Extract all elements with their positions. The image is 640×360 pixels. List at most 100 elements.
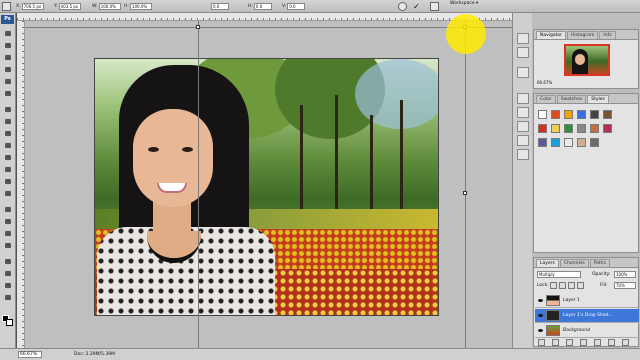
tab-color[interactable]: Color: [536, 95, 556, 103]
crop-tool-icon[interactable]: [3, 77, 13, 86]
actions-panel-icon[interactable]: [517, 47, 529, 58]
transform-handle[interactable]: [196, 25, 200, 29]
trash-icon[interactable]: [622, 339, 629, 346]
blend-mode-select[interactable]: Multiply: [537, 271, 581, 278]
history-panel-icon[interactable]: [517, 33, 529, 44]
layer-row[interactable]: Background: [535, 324, 639, 338]
eraser-tool-icon[interactable]: [3, 153, 13, 162]
zoom-tool-icon[interactable]: [3, 293, 13, 302]
move-tool-icon[interactable]: [3, 29, 13, 38]
new-group-icon[interactable]: [594, 339, 601, 346]
link-layers-icon[interactable]: [538, 339, 545, 346]
marquee-tool-icon[interactable]: [3, 41, 13, 50]
style-swatch[interactable]: [577, 138, 586, 147]
x-field[interactable]: 706.5 px: [21, 3, 44, 10]
lock-position-icon[interactable]: [568, 282, 575, 289]
tab-layers[interactable]: Layers: [536, 259, 559, 267]
lasso-tool-icon[interactable]: [3, 53, 13, 62]
gradient-tool-icon[interactable]: [3, 165, 13, 174]
visibility-eye-icon[interactable]: [537, 327, 544, 334]
tab-histogram[interactable]: Histogram: [567, 31, 599, 39]
style-swatch[interactable]: [538, 124, 547, 133]
v-skew-field[interactable]: 0.0: [287, 3, 306, 10]
character-panel-icon[interactable]: [517, 135, 529, 146]
tab-info[interactable]: Info: [599, 31, 616, 39]
clone-source-panel-icon[interactable]: [517, 121, 529, 132]
layer-row[interactable]: Layer 1's Drop Shad...: [535, 309, 639, 323]
navigator-zoom[interactable]: 66.67%: [537, 80, 552, 85]
visibility-eye-icon[interactable]: [537, 297, 544, 304]
style-swatch[interactable]: [603, 124, 612, 133]
tab-navigator[interactable]: Navigator: [536, 31, 567, 39]
add-mask-icon[interactable]: [566, 339, 573, 346]
lock-all-icon[interactable]: [577, 282, 584, 289]
move-tool-preset-icon[interactable]: [2, 2, 11, 11]
visibility-eye-icon[interactable]: [537, 312, 544, 319]
canvas-image[interactable]: [94, 58, 439, 316]
style-swatch[interactable]: [603, 110, 612, 119]
brush-tool-icon[interactable]: [3, 117, 13, 126]
style-swatch[interactable]: [564, 138, 573, 147]
tab-styles[interactable]: Styles: [587, 95, 609, 103]
style-swatch[interactable]: [551, 124, 560, 133]
style-swatch[interactable]: [564, 124, 573, 133]
style-swatch[interactable]: [538, 110, 547, 119]
style-swatch[interactable]: [590, 124, 599, 133]
guide-horizontal[interactable]: [25, 27, 512, 28]
pen-tool-icon[interactable]: [3, 205, 13, 214]
style-swatch[interactable]: [577, 110, 586, 119]
width-field[interactable]: 100.0%: [98, 3, 121, 10]
masks-panel-icon[interactable]: [517, 93, 529, 104]
layer-style-icon[interactable]: [552, 339, 559, 346]
y-field[interactable]: 403.5 px: [58, 3, 81, 10]
layer-row[interactable]: Layer 1: [535, 294, 639, 308]
commit-transform-icon[interactable]: ✓: [412, 2, 421, 11]
guide-vertical[interactable]: [198, 21, 199, 348]
style-swatch[interactable]: [564, 110, 573, 119]
dodge-tool-icon[interactable]: [3, 189, 13, 198]
type-tool-icon[interactable]: [3, 217, 13, 226]
brushes-panel-icon[interactable]: [517, 107, 529, 118]
style-swatch[interactable]: [590, 110, 599, 119]
transform-handle[interactable]: [463, 191, 467, 195]
path-selection-tool-icon[interactable]: [3, 229, 13, 238]
paragraph-panel-icon[interactable]: [517, 149, 529, 160]
quick-select-tool-icon[interactable]: [3, 65, 13, 74]
hand-tool-icon[interactable]: [3, 281, 13, 290]
screen-mode-icon[interactable]: [430, 2, 439, 11]
fill-field[interactable]: 70%: [614, 282, 636, 289]
horizontal-ruler[interactable]: [17, 13, 512, 21]
document-size-info[interactable]: Doc: 2.29M/5.39M: [74, 352, 115, 357]
h-skew-field[interactable]: 0.0: [253, 3, 272, 10]
tab-paths[interactable]: Paths: [589, 259, 610, 267]
style-swatch[interactable]: [577, 124, 586, 133]
lock-transparency-icon[interactable]: [550, 282, 557, 289]
style-swatch[interactable]: [538, 138, 547, 147]
vertical-ruler[interactable]: [17, 21, 25, 348]
style-swatch[interactable]: [551, 110, 560, 119]
history-brush-tool-icon[interactable]: [3, 141, 13, 150]
lock-pixels-icon[interactable]: [559, 282, 566, 289]
adjustment-layer-icon[interactable]: [580, 339, 587, 346]
3d-rotate-tool-icon[interactable]: [3, 257, 13, 266]
workspace-menu[interactable]: Workspace ▾: [450, 1, 490, 10]
shape-tool-icon[interactable]: [3, 241, 13, 250]
new-layer-icon[interactable]: [608, 339, 615, 346]
opacity-field[interactable]: 100%: [614, 271, 636, 278]
guide-vertical[interactable]: [465, 21, 466, 348]
rotate-field[interactable]: 0.0: [211, 3, 229, 10]
tab-swatches[interactable]: Swatches: [556, 95, 587, 103]
tab-channels[interactable]: Channels: [559, 259, 589, 267]
height-field[interactable]: 100.0%: [129, 3, 152, 10]
cancel-transform-icon[interactable]: [398, 2, 407, 11]
zoom-level-field[interactable]: 66.67%: [18, 351, 42, 358]
style-swatch[interactable]: [590, 138, 599, 147]
navigator-thumbnail[interactable]: [564, 44, 610, 76]
3d-camera-tool-icon[interactable]: [3, 269, 13, 278]
background-color-swatch[interactable]: [6, 319, 13, 326]
eyedropper-tool-icon[interactable]: [3, 89, 13, 98]
blur-tool-icon[interactable]: [3, 177, 13, 186]
style-swatch[interactable]: [551, 138, 560, 147]
clone-stamp-tool-icon[interactable]: [3, 129, 13, 138]
healing-brush-tool-icon[interactable]: [3, 105, 13, 114]
